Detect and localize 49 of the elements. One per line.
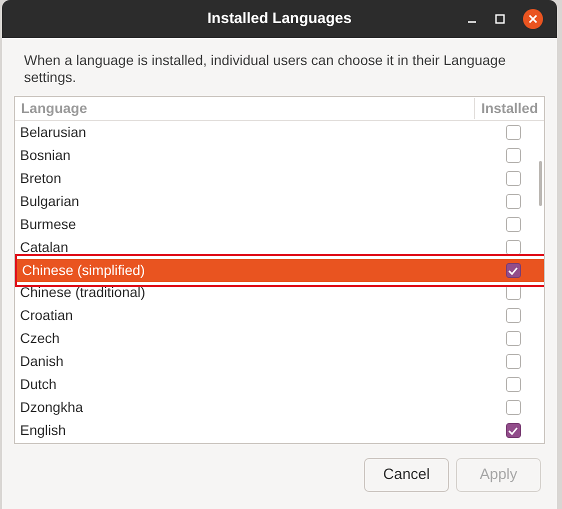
checkbox[interactable] [506, 377, 520, 392]
language-row[interactable]: English [15, 419, 544, 442]
language-row[interactable]: Dutch [15, 373, 544, 396]
language-row[interactable]: Burmese [15, 213, 544, 236]
language-row[interactable]: Chinese (traditional) [15, 281, 544, 304]
checkbox[interactable] [506, 263, 520, 278]
checkbox[interactable] [506, 308, 520, 323]
language-row[interactable]: Catalan [15, 236, 544, 259]
checkbox[interactable] [506, 400, 520, 415]
language-row[interactable]: Breton [15, 167, 544, 190]
language-name: Bulgarian [19, 192, 80, 211]
checkmark-icon [508, 266, 518, 274]
language-name: Dutch [19, 375, 58, 394]
checkbox[interactable] [506, 354, 520, 369]
checkbox[interactable] [506, 171, 520, 186]
language-row[interactable]: Bulgarian [15, 190, 544, 213]
language-name: Bosnian [19, 146, 72, 165]
language-name: Dzongkha [19, 398, 84, 417]
checkbox[interactable] [506, 331, 520, 346]
language-name: Catalan [19, 238, 70, 257]
checkbox[interactable] [506, 148, 520, 163]
description-text: When a language is installed, individual users can choose it in their Language settings. [23, 51, 507, 86]
maximize-icon[interactable] [495, 14, 505, 24]
language-name: Chinese (simplified) [21, 261, 146, 280]
checkbox[interactable] [506, 194, 520, 209]
checkbox[interactable] [506, 125, 520, 140]
language-row[interactable]: Danish [15, 350, 544, 373]
language-name: Danish [19, 352, 65, 371]
close-icon[interactable] [523, 9, 543, 29]
language-name: Belarusian [19, 123, 88, 142]
language-name: Czech [19, 329, 61, 348]
language-row[interactable]: Belarusian [15, 121, 544, 144]
checkmark-icon [508, 426, 518, 434]
language-name: Breton [19, 169, 62, 188]
language-name: Burmese [19, 215, 78, 234]
language-row[interactable]: Bosnian [15, 144, 544, 167]
language-row[interactable]: Croatian [15, 304, 544, 327]
scrollbar [539, 161, 542, 206]
language-row[interactable]: Chinese (simplified) [17, 259, 544, 282]
checkbox[interactable] [506, 423, 520, 438]
checkbox[interactable] [506, 240, 520, 255]
window-title: Installed Languages [207, 8, 352, 29]
language-name: Croatian [19, 306, 74, 325]
checkbox[interactable] [506, 217, 520, 232]
language-row[interactable]: Czech [15, 327, 544, 350]
language-name: Chinese (traditional) [19, 283, 146, 302]
language-row[interactable]: Dzongkha [15, 396, 544, 419]
language-name: English [19, 421, 67, 440]
dialog-button[interactable]: Cancel [364, 458, 449, 492]
